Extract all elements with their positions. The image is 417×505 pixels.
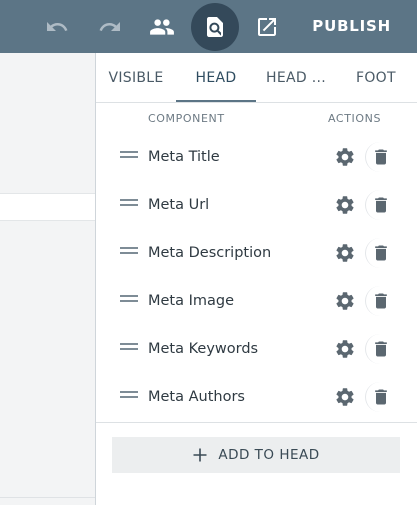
add-to-head-label: ADD TO HEAD xyxy=(218,447,320,463)
delete-button[interactable] xyxy=(365,190,395,220)
tab-head[interactable]: HEAD xyxy=(176,53,256,102)
delete-button[interactable] xyxy=(365,142,395,172)
add-to-head-button[interactable]: ADD TO HEAD xyxy=(112,437,400,473)
gear-icon[interactable] xyxy=(334,338,356,360)
component-row: Meta Keywords xyxy=(96,325,417,373)
preview-icon xyxy=(207,17,223,37)
drag-handle-icon[interactable] xyxy=(120,151,138,160)
plus-icon xyxy=(192,447,208,463)
trash-icon xyxy=(374,293,387,309)
drag-handle-icon[interactable] xyxy=(120,343,138,352)
open-external-button[interactable] xyxy=(243,3,291,51)
component-label: Meta Url xyxy=(148,197,210,213)
tab-head-extra[interactable]: HEAD ... xyxy=(256,53,336,102)
component-label: Meta Title xyxy=(148,149,220,165)
component-row: Meta Image xyxy=(96,277,417,325)
delete-button[interactable] xyxy=(365,286,395,316)
component-row: Meta Title xyxy=(96,133,417,181)
drag-handle-icon[interactable] xyxy=(120,199,138,208)
drag-handle-icon[interactable] xyxy=(120,295,138,304)
gear-icon[interactable] xyxy=(334,242,356,264)
settings-panel: VISIBLE HEAD HEAD ... FOOT COMPONENT ACT… xyxy=(96,53,417,505)
component-label: Meta Description xyxy=(148,245,272,261)
gear-icon[interactable] xyxy=(334,290,356,312)
canvas-section xyxy=(0,193,95,221)
gear-icon[interactable] xyxy=(334,194,356,216)
undo-button[interactable] xyxy=(33,3,81,51)
trash-icon xyxy=(374,149,387,165)
top-toolbar: PUBLISH xyxy=(0,0,417,53)
column-header-component: COMPONENT xyxy=(148,111,225,125)
component-row: Meta Url xyxy=(96,181,417,229)
delete-button[interactable] xyxy=(365,334,395,364)
redo-icon xyxy=(99,22,120,31)
delete-button[interactable] xyxy=(365,238,395,268)
active-tab-indicator xyxy=(176,100,256,102)
canvas-divider xyxy=(0,497,95,498)
gear-icon[interactable] xyxy=(334,146,356,168)
component-row: Meta Authors xyxy=(96,373,417,421)
component-row: Meta Description xyxy=(96,229,417,277)
drag-handle-icon[interactable] xyxy=(120,247,138,256)
component-label: Meta Authors xyxy=(148,389,245,405)
gear-icon[interactable] xyxy=(334,386,356,408)
panel-tabs: VISIBLE HEAD HEAD ... FOOT xyxy=(96,53,417,103)
people-icon xyxy=(150,19,174,35)
drag-handle-icon[interactable] xyxy=(120,391,138,400)
open-external-icon xyxy=(258,18,276,36)
delete-button[interactable] xyxy=(365,382,395,412)
tab-foot[interactable]: FOOT xyxy=(336,53,417,102)
collaborators-button[interactable] xyxy=(138,3,186,51)
undo-icon xyxy=(47,22,68,31)
redo-button[interactable] xyxy=(86,3,134,51)
preview-button[interactable] xyxy=(191,3,239,51)
page-canvas[interactable] xyxy=(0,53,95,505)
trash-icon xyxy=(374,389,387,405)
trash-icon xyxy=(374,245,387,261)
column-header-actions: ACTIONS xyxy=(328,111,382,125)
list-divider xyxy=(96,422,417,423)
trash-icon xyxy=(374,341,387,357)
publish-button[interactable]: PUBLISH xyxy=(298,12,409,40)
component-label: Meta Keywords xyxy=(148,341,259,357)
component-label: Meta Image xyxy=(148,293,235,309)
tab-visible[interactable]: VISIBLE xyxy=(96,53,176,102)
trash-icon xyxy=(374,197,387,213)
